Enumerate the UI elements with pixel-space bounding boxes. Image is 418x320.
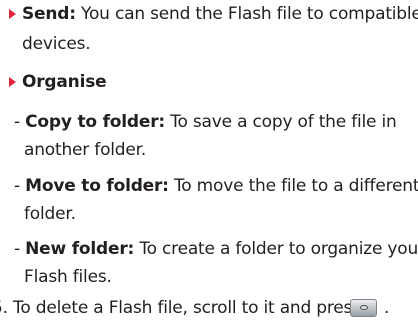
organise-heading: Organise [22,71,107,94]
copy-to-folder-label: Copy to folder: [25,112,165,132]
copy-to-folder-text-2: another folder. [24,140,147,160]
send-line-2: devices. [22,33,91,56]
step-5-period: . [384,297,389,320]
send-text-2: devices. [22,34,91,54]
triangle-bullet-icon [9,9,16,19]
new-prefix: - [14,239,26,259]
move-to-folder-line-2: folder. [24,203,76,226]
copy-prefix: - [14,112,26,132]
send-text-1: You can send the Flash file to compatibl… [75,4,418,24]
move-to-folder-line-1: - Move to folder: To move the file to a … [14,175,418,198]
organise-label: Organise [22,72,107,92]
copy-to-folder-line-2: another folder. [24,139,146,162]
step-5-text: 5. To delete a Flash file, scroll to it … [0,297,361,320]
clear-key-knob [360,305,368,310]
send-line-1: Send: You can send the Flash file to com… [22,3,418,26]
move-prefix: - [14,176,26,196]
new-folder-line-1: - New folder: To create a folder to orga… [14,238,418,261]
send-label: Send: [22,4,76,24]
clear-key-icon [350,299,377,317]
move-to-folder-text-1: To move the file to a different [168,176,418,196]
new-folder-label: New folder: [25,239,135,259]
copy-to-folder-text-1: To save a copy of the file in [164,112,397,132]
move-to-folder-text-2: folder. [24,204,76,224]
new-folder-text-2: Flash files. [24,267,112,287]
new-folder-text-1: To create a folder to organize your [134,239,418,259]
new-folder-line-2: Flash files. [24,266,112,289]
step-5-text-before: 5. To delete a Flash file, scroll to it … [0,298,361,318]
move-to-folder-label: Move to folder: [25,176,169,196]
step-5-text-after: . [384,298,390,318]
copy-to-folder-line-1: - Copy to folder: To save a copy of the … [14,111,397,134]
triangle-bullet-icon [9,77,16,87]
